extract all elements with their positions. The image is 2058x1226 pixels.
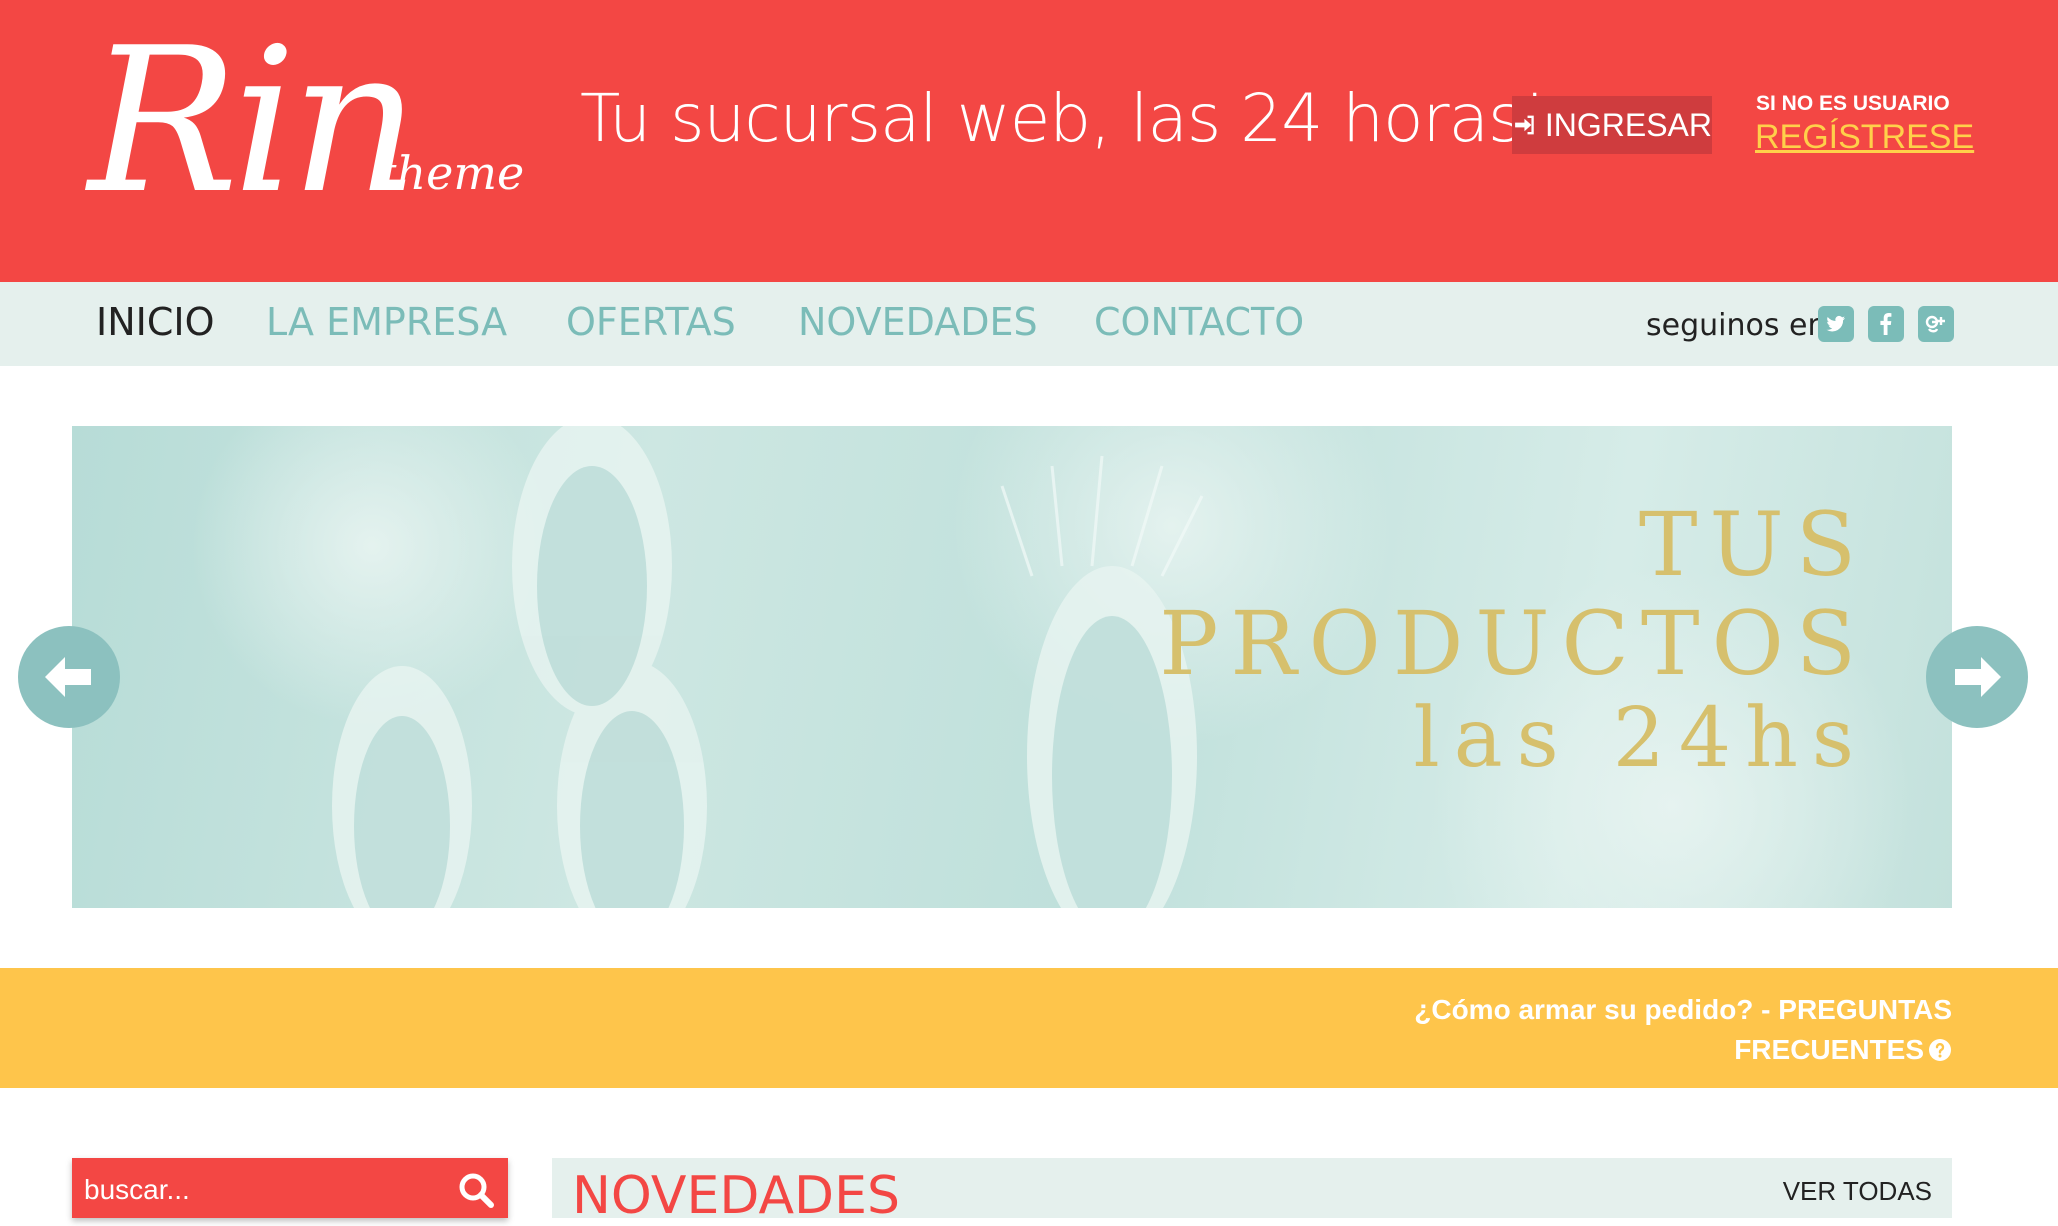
slider-next-arrow-icon[interactable] <box>1926 626 2028 728</box>
slider-prev-arrow-icon[interactable] <box>18 626 120 728</box>
search-box <box>72 1158 508 1218</box>
nav-item-inicio[interactable]: INICIO <box>96 300 215 344</box>
faq-text-line2: FRECUENTES <box>1734 1034 1924 1065</box>
hero-slider-caption: TUS PRODUCTOS las 24hs <box>1159 493 1868 787</box>
hero-caption-line2: PRODUCTOS <box>1159 591 1868 695</box>
nav-item-contacto[interactable]: CONTACTO <box>1094 300 1304 344</box>
facebook-icon[interactable] <box>1868 306 1904 342</box>
follow-us-label: seguinos en <box>1646 308 1827 343</box>
sign-in-icon <box>1515 115 1534 135</box>
main-nav: INICIO LA EMPRESA OFERTAS NOVEDADES CONT… <box>0 282 2058 366</box>
nav-item-la-empresa[interactable]: LA EMPRESA <box>266 300 507 344</box>
search-input[interactable] <box>84 1170 444 1210</box>
twitter-icon[interactable] <box>1818 306 1854 342</box>
hero-caption-line3: las 24hs <box>1413 691 1868 787</box>
google-plus-icon[interactable] <box>1918 306 1954 342</box>
view-all-news-link[interactable]: VER TODAS <box>1783 1176 1932 1207</box>
search-icon[interactable] <box>456 1170 496 1210</box>
faq-bar: ¿Cómo armar su pedido? - PREGUNTAS FRECU… <box>0 968 2058 1088</box>
logo-sub-text: theme <box>378 146 525 200</box>
site-logo[interactable]: Rin theme <box>88 5 524 252</box>
nav-item-ofertas[interactable]: OFERTAS <box>566 300 736 344</box>
faq-text-line1: ¿Cómo armar su pedido? - PREGUNTAS <box>1414 994 1952 1025</box>
login-button-label: INGRESAR <box>1544 106 1712 143</box>
nav-item-novedades[interactable]: NOVEDADES <box>798 300 1038 344</box>
register-link[interactable]: REGÍSTRESE <box>1755 118 1974 157</box>
news-section-header: NOVEDADES VER TODAS <box>552 1158 1952 1226</box>
logo-main-text: Rin <box>88 5 419 238</box>
site-header: Rin theme Tu sucursal web, las 24 horas!… <box>0 0 2058 282</box>
login-button[interactable]: INGRESAR <box>1512 96 1712 154</box>
question-circle-icon <box>1929 1039 1951 1061</box>
faq-link[interactable]: ¿Cómo armar su pedido? - PREGUNTAS FRECU… <box>1352 990 1952 1070</box>
header-tagline: Tu sucursal web, las 24 horas! <box>580 80 1548 157</box>
hero-slider: TUS PRODUCTOS las 24hs <box>72 426 1952 908</box>
news-section-title: NOVEDADES <box>572 1166 900 1226</box>
register-prompt: SI NO ES USUARIO <box>1756 92 1950 115</box>
hero-caption-line1: TUS <box>1638 493 1868 596</box>
